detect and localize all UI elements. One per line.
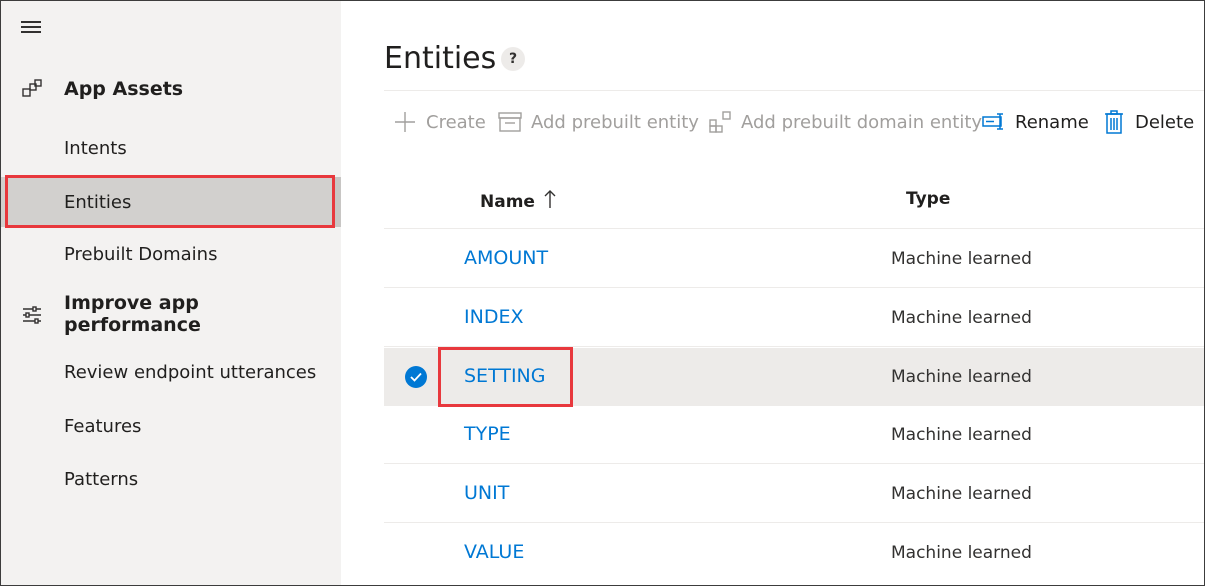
rename-icon: [982, 110, 1006, 134]
sort-ascending-icon: [544, 189, 556, 214]
sidebar-item-label: Patterns: [64, 468, 139, 490]
sidebar-item-label: Features: [64, 415, 142, 437]
nav-group-label: App Assets: [64, 78, 184, 100]
rename-button[interactable]: Rename: [982, 91, 1089, 153]
entity-name-link[interactable]: VALUE: [464, 541, 524, 563]
entity-type: Machine learned: [891, 425, 1032, 445]
table-row[interactable]: INDEX Machine learned: [384, 289, 1204, 347]
delete-button[interactable]: Delete: [1102, 91, 1194, 153]
app-assets-icon: [22, 79, 42, 97]
entity-name-link[interactable]: SETTING: [464, 365, 545, 387]
sidebar-item-intents[interactable]: Intents: [1, 123, 341, 173]
add-prebuilt-domain-entity-label: Add prebuilt domain entity: [741, 111, 983, 133]
create-button[interactable]: Create: [393, 91, 486, 153]
entity-name-link[interactable]: UNIT: [464, 482, 509, 504]
entity-type: Machine learned: [891, 484, 1032, 504]
entity-name-link[interactable]: TYPE: [464, 423, 511, 445]
hamburger-menu-icon[interactable]: [21, 17, 45, 37]
sidebar-item-entities[interactable]: Entities: [1, 177, 341, 227]
table-row-selected[interactable]: SETTING Machine learned: [384, 348, 1204, 406]
sidebar-item-review-endpoint-utterances[interactable]: Review endpoint utterances: [1, 347, 341, 397]
plus-icon: [393, 110, 417, 134]
table-row[interactable]: TYPE Machine learned: [384, 406, 1204, 464]
sidebar-item-features[interactable]: Features: [1, 401, 341, 451]
add-prebuilt-entity-label: Add prebuilt entity: [531, 111, 699, 133]
checkmark-icon[interactable]: [405, 366, 427, 388]
table-row[interactable]: UNIT Machine learned: [384, 465, 1204, 523]
create-label: Create: [426, 111, 486, 133]
entity-type: Machine learned: [891, 308, 1032, 328]
page-title: Entities: [384, 41, 497, 76]
sliders-icon: [23, 306, 41, 324]
main-content: Entities ? Create Add prebuilt entity Ad…: [341, 1, 1204, 585]
rename-label: Rename: [1015, 111, 1089, 133]
help-button[interactable]: ?: [501, 47, 525, 71]
sidebar-item-patterns[interactable]: Patterns: [1, 454, 341, 504]
table-row[interactable]: AMOUNT Machine learned: [384, 230, 1204, 288]
prebuilt-entity-icon: [498, 110, 522, 134]
domain-grid-icon: [708, 110, 732, 134]
add-prebuilt-entity-button[interactable]: Add prebuilt entity: [498, 91, 699, 153]
trash-icon: [1102, 110, 1126, 134]
sidebar-item-label: Prebuilt Domains: [64, 243, 218, 265]
nav-group-improve-app-performance: Improve app performance: [1, 290, 341, 338]
column-header-name-label: Name: [480, 191, 535, 212]
table-row[interactable]: VALUE Machine learned: [384, 524, 1204, 582]
entity-name-link[interactable]: INDEX: [464, 306, 523, 328]
command-bar: Create Add prebuilt entity Add prebuilt …: [384, 90, 1204, 152]
left-nav: App Assets Intents Entities Prebuilt Dom…: [1, 1, 341, 585]
add-prebuilt-domain-entity-button[interactable]: Add prebuilt domain entity: [708, 91, 982, 153]
table-header: Name Type: [384, 171, 1204, 229]
entity-type: Machine learned: [891, 249, 1032, 269]
column-header-type[interactable]: Type: [906, 189, 950, 209]
sidebar-item-prebuilt-domains[interactable]: Prebuilt Domains: [1, 229, 341, 279]
sidebar-item-label: Review endpoint utterances: [64, 361, 317, 383]
nav-group-app-assets: App Assets: [1, 65, 341, 113]
entity-name-link[interactable]: AMOUNT: [464, 247, 548, 269]
entity-type: Machine learned: [891, 543, 1032, 563]
sidebar-item-label: Intents: [64, 137, 127, 159]
delete-label: Delete: [1135, 111, 1195, 133]
sidebar-item-label: Entities: [64, 191, 132, 213]
nav-group-label: Improve app performance: [64, 292, 201, 336]
column-header-name[interactable]: Name: [480, 189, 556, 214]
entity-type: Machine learned: [891, 367, 1032, 387]
